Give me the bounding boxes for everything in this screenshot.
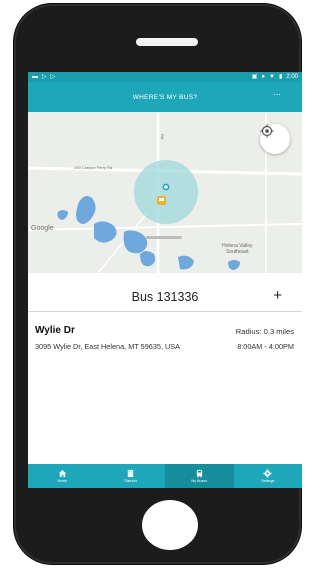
nav-item-my-buses[interactable]: My Buses xyxy=(165,464,234,488)
place-label: Helena Valley Southeast xyxy=(222,243,252,255)
nav-item-districts[interactable]: Districts xyxy=(97,464,166,488)
road-label: 430 Canyon Ferry Rd xyxy=(74,165,113,170)
nav-label-home: Home xyxy=(57,479,68,483)
app-screen: ▬ ▷ ▷ ▣ ● ▼ ▮ 2:00 WHERE'S MY BUS? ⋯ 430… xyxy=(28,72,302,488)
nfc-icon: ▣ xyxy=(251,74,258,80)
stop-marker-icon xyxy=(162,183,170,191)
stop-radius: Radius: 0.3 miles xyxy=(235,327,294,336)
wifi-icon: ▼ xyxy=(269,74,275,80)
nav-label-settings: Settings xyxy=(261,479,275,483)
play-icon: ▷ xyxy=(42,74,47,80)
list-item[interactable]: Wylie Dr 3095 Wylie Dr, East Helena, MT … xyxy=(28,320,302,360)
crosshair-icon xyxy=(260,124,274,138)
status-bar: ▬ ▷ ▷ ▣ ● ▼ ▮ 2:00 xyxy=(28,72,302,82)
stop-name: Wylie Dr xyxy=(35,325,75,336)
nav-item-home[interactable]: Home xyxy=(28,464,97,488)
status-time: 2:00 xyxy=(286,74,298,80)
place-label-line2: Southeast xyxy=(225,249,249,255)
cast-icon: ▬ xyxy=(32,74,38,80)
nav-label-districts: Districts xyxy=(124,479,138,483)
geofence-circle xyxy=(134,160,198,224)
add-stop-button[interactable]: + xyxy=(273,288,282,303)
location-icon: ● xyxy=(261,74,266,80)
nav-item-settings[interactable]: Settings xyxy=(234,464,303,488)
bus-icon xyxy=(196,469,202,478)
nav-label-my-buses: My Buses xyxy=(191,479,208,483)
status-left: ▬ ▷ ▷ xyxy=(32,74,55,80)
gear-icon xyxy=(263,469,272,478)
bus-header: Bus 131336 + xyxy=(28,282,302,312)
overflow-menu-icon[interactable]: ⋯ xyxy=(273,91,281,99)
district-icon xyxy=(128,469,134,478)
battery-icon: ▮ xyxy=(279,74,283,80)
my-location-button[interactable] xyxy=(260,124,290,154)
google-logo: Google xyxy=(31,225,54,232)
bottom-nav: Home Districts My Buses Settings xyxy=(28,464,302,488)
home-icon xyxy=(58,469,66,478)
bus-title: Bus 131336 xyxy=(131,289,199,304)
stop-hours: 8:00AM - 4:00PM xyxy=(237,342,294,351)
app-title: WHERE'S MY BUS? xyxy=(132,93,198,101)
phone-speaker xyxy=(136,38,198,46)
stop-address: 3095 Wylie Dr, East Helena, MT 59635, US… xyxy=(35,342,180,351)
status-right: ▣ ● ▼ ▮ 2:00 xyxy=(252,74,298,80)
map-view[interactable]: 430 Canyon Ferry Rd Rd Helena Valley Sou… xyxy=(28,112,302,273)
app-bar: WHERE'S MY BUS? ⋯ xyxy=(28,82,302,112)
play-icon: ▷ xyxy=(50,74,56,80)
phone-home-button[interactable] xyxy=(142,500,198,550)
vertical-road-label: Rd xyxy=(160,133,166,140)
drag-handle[interactable] xyxy=(146,236,182,239)
